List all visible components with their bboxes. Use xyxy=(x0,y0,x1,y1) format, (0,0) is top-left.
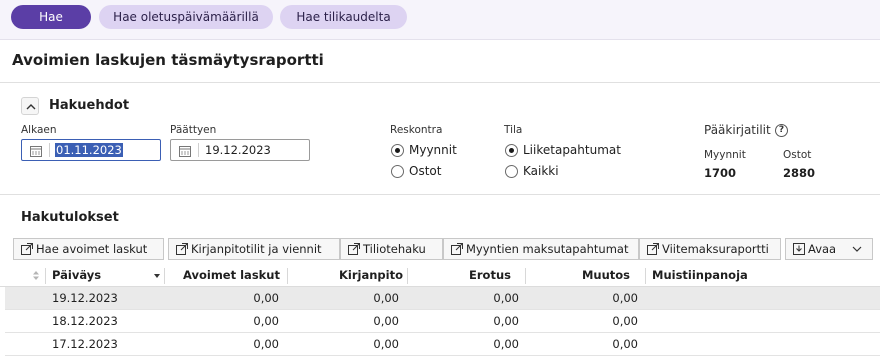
ledger-label: Reskontra xyxy=(390,124,443,136)
reference-payment-report-button[interactable]: Viitemaksuraportti xyxy=(639,238,781,260)
end-date-field[interactable]: 19.12.2023 xyxy=(170,139,310,161)
cell-open-invoices: 0,00 xyxy=(253,314,279,328)
cell-bookkeeping: 0,00 xyxy=(373,337,399,351)
field-separator xyxy=(49,143,50,157)
radio-selected[interactable] xyxy=(391,144,404,157)
sort-descending-icon[interactable] xyxy=(154,274,160,278)
cell-change: 0,00 xyxy=(612,291,638,305)
search-default-dates-button[interactable]: Hae oletuspäivämäärillä xyxy=(99,5,273,29)
divider xyxy=(0,194,880,195)
field-separator xyxy=(198,143,199,157)
open-external-icon xyxy=(21,243,33,255)
toolbar-label: Kirjanpitotilit ja viennit xyxy=(191,242,322,256)
ledger-option-label: Myynnit xyxy=(409,143,457,157)
table-row[interactable]: 19.12.2023 0,00 0,00 0,00 0,00 xyxy=(5,287,880,310)
status-option-label: Liiketapahtumat xyxy=(523,143,621,157)
status-label: Tila xyxy=(504,124,523,136)
bank-statement-search-button[interactable]: Tiliotehaku xyxy=(340,238,443,260)
radio-unselected[interactable] xyxy=(391,165,404,178)
cell-bookkeeping: 0,00 xyxy=(373,314,399,328)
column-separator xyxy=(45,268,46,284)
accounts-entries-button[interactable]: Kirjanpitotilit ja viennit xyxy=(168,238,340,260)
toolbar-label: Viitemaksuraportti xyxy=(662,242,769,256)
end-date-label: Päättyen xyxy=(170,124,217,136)
calendar-icon[interactable] xyxy=(179,145,191,157)
toolbar-label: Tiliotehaku xyxy=(363,242,426,256)
start-date-value[interactable]: 01.11.2023 xyxy=(55,143,123,157)
cell-difference: 0,00 xyxy=(493,291,519,305)
filters-title: Hakuehdot xyxy=(49,98,130,113)
cell-bookkeeping: 0,00 xyxy=(373,291,399,305)
start-date-field[interactable]: 01.11.2023 xyxy=(21,139,161,161)
column-header-notes[interactable]: Muistiinpanoja xyxy=(652,264,748,287)
cell-difference: 0,00 xyxy=(493,337,519,351)
table-row[interactable]: 18.12.2023 0,00 0,00 0,00 0,00 xyxy=(5,310,880,333)
cell-open-invoices: 0,00 xyxy=(253,337,279,351)
status-option-label: Kaikki xyxy=(523,164,559,178)
download-icon xyxy=(793,243,805,255)
toolbar-label: Hae avoimet laskut xyxy=(36,242,148,256)
end-date-value[interactable]: 19.12.2023 xyxy=(204,143,272,157)
radio-unselected[interactable] xyxy=(505,165,518,178)
divider xyxy=(0,82,880,83)
search-button[interactable]: Hae xyxy=(11,5,91,29)
sales-payments-button[interactable]: Myyntien maksutapahtumat xyxy=(443,238,639,260)
cell-date: 18.12.2023 xyxy=(52,314,118,328)
cell-change: 0,00 xyxy=(612,314,638,328)
gl-account-sales-label: Myynnit xyxy=(704,149,746,161)
calendar-icon[interactable] xyxy=(30,145,42,157)
chevron-up-icon xyxy=(26,104,36,110)
open-menu-button[interactable]: Avaa xyxy=(785,238,873,260)
gl-accounts-label: Pääkirjatilit xyxy=(704,123,771,137)
column-header-open-invoices[interactable]: Avoimet laskut xyxy=(164,264,280,287)
cell-change: 0,00 xyxy=(612,337,638,351)
open-external-icon xyxy=(647,243,659,255)
results-title: Hakutulokset xyxy=(21,210,119,225)
column-header-bookkeeping[interactable]: Kirjanpito xyxy=(287,264,403,287)
open-external-icon xyxy=(451,243,463,255)
cell-open-invoices: 0,00 xyxy=(253,291,279,305)
column-header-difference[interactable]: Erotus xyxy=(407,264,511,287)
radio-selected[interactable] xyxy=(505,144,518,157)
sort-icon[interactable] xyxy=(33,271,39,280)
help-icon[interactable]: ? xyxy=(775,124,788,137)
open-external-icon xyxy=(348,243,360,255)
column-header-date[interactable]: Päiväys xyxy=(52,264,101,287)
gl-account-purchases-value: 2880 xyxy=(783,166,816,180)
cell-date: 19.12.2023 xyxy=(52,291,118,305)
open-external-icon xyxy=(176,243,188,255)
toolbar-label: Avaa xyxy=(808,242,837,256)
cell-difference: 0,00 xyxy=(493,314,519,328)
gl-account-purchases-label: Ostot xyxy=(783,149,812,161)
top-action-bar: Hae Hae oletuspäivämäärillä Hae tilikaud… xyxy=(0,0,880,40)
search-fiscal-year-button[interactable]: Hae tilikaudelta xyxy=(280,5,407,29)
chevron-down-icon xyxy=(852,246,862,252)
collapse-filters-button[interactable] xyxy=(21,97,39,115)
start-date-label: Alkaen xyxy=(21,124,57,136)
ledger-option-label: Ostot xyxy=(409,164,442,178)
open-invoices-button[interactable]: Hae avoimet laskut xyxy=(13,238,164,260)
toolbar-label: Myyntien maksutapahtumat xyxy=(466,242,629,256)
gl-account-sales-value: 1700 xyxy=(704,166,737,180)
table-row[interactable]: 17.12.2023 0,00 0,00 0,00 0,00 xyxy=(5,333,880,356)
table-header: Päiväys Avoimet laskut Kirjanpito Erotus… xyxy=(0,264,880,287)
column-header-change[interactable]: Muutos xyxy=(525,264,630,287)
column-separator xyxy=(645,268,646,284)
page-title: Avoimien laskujen täsmäytysraportti xyxy=(12,51,324,69)
cell-date: 17.12.2023 xyxy=(52,337,118,351)
